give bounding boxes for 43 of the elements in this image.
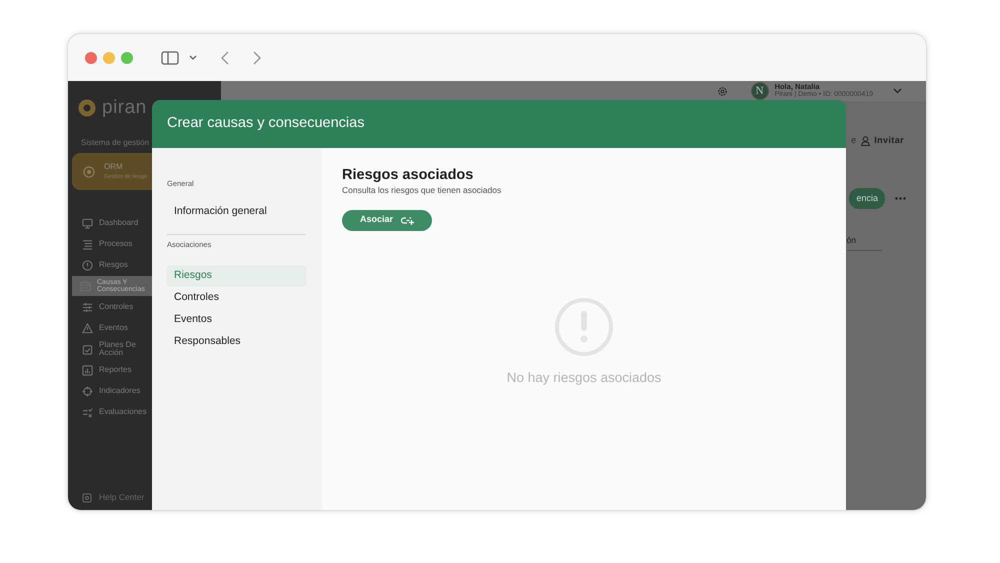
monitor-icon xyxy=(82,218,93,228)
sidebar-item[interactable]: Evaluaciones xyxy=(68,402,221,422)
alert-circle-icon xyxy=(82,260,93,270)
modal-nav-item[interactable]: Responsables xyxy=(167,330,306,352)
link-plus-icon xyxy=(401,216,414,225)
chart-icon xyxy=(82,364,93,376)
list-icon xyxy=(82,238,93,250)
back-icon[interactable] xyxy=(221,50,229,64)
user-icon xyxy=(861,136,870,146)
content-subtitle: Consulta los riesgos que tienen asociados xyxy=(342,184,502,197)
module-icon xyxy=(82,164,96,178)
logo-text: piran xyxy=(102,98,147,117)
module-title: ORM xyxy=(104,161,124,174)
help-center-link[interactable]: Help Center xyxy=(99,491,144,504)
checklist-icon xyxy=(82,406,93,418)
close-button[interactable] xyxy=(85,52,97,64)
chevron-down-icon[interactable] xyxy=(189,54,197,60)
sidebar-item[interactable]: Reportes xyxy=(68,360,221,380)
primary-button[interactable]: encia xyxy=(849,188,885,209)
empty-state-text: No hay riesgos asociados xyxy=(506,368,662,387)
logo-icon xyxy=(78,98,96,116)
invite-button[interactable]: Invitar xyxy=(861,134,904,148)
sidebar-item[interactable]: Indicadores xyxy=(68,381,221,401)
help-icon xyxy=(82,492,92,503)
sidebar-toggle-icon[interactable] xyxy=(161,50,179,64)
modal-nav-item[interactable]: Información general xyxy=(167,201,306,223)
sliders-icon xyxy=(82,302,93,312)
avatar[interactable]: N xyxy=(750,82,769,100)
maximize-button[interactable] xyxy=(121,52,133,64)
associate-button[interactable]: Asociar xyxy=(342,210,432,231)
clipboard-icon xyxy=(82,344,93,354)
modal-nav-item[interactable]: Eventos xyxy=(167,308,306,330)
warning-icon xyxy=(82,322,93,334)
modal-nav-item[interactable]: Riesgos xyxy=(167,265,306,287)
more-icon[interactable] xyxy=(895,196,906,200)
chevron-down-icon[interactable] xyxy=(893,88,902,94)
section-label: Sistema de gestión xyxy=(81,137,150,149)
crosshair-icon xyxy=(82,386,93,396)
content-title: Riesgos asociados xyxy=(342,168,474,184)
settings-icon[interactable] xyxy=(716,86,728,96)
toolbar-text: e xyxy=(851,134,856,147)
modal-title: Crear causas y consecuencias xyxy=(167,114,364,134)
forward-icon[interactable] xyxy=(253,50,261,64)
